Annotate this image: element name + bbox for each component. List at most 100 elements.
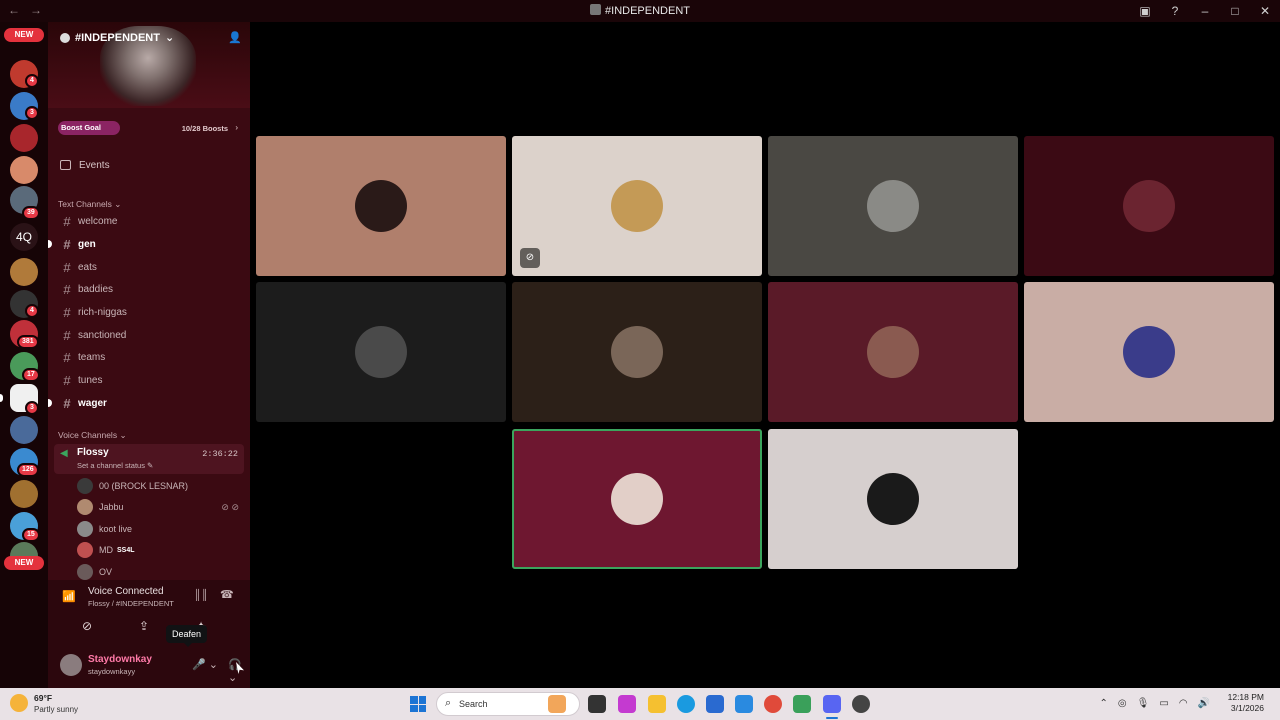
taskbar: 69°F Partly sunny ⌕ Search ⌃ ◎ 🎙 ▭ ◠ 🔊 1… (0, 688, 1280, 720)
wifi-icon[interactable]: ◠ (1179, 698, 1188, 709)
avatar (1123, 180, 1175, 232)
new-pill-top[interactable]: NEW (4, 28, 44, 42)
channel-wager[interactable]: # wager (48, 394, 244, 412)
noise-suppression-icon[interactable]: ║║ (194, 590, 208, 601)
invite-people-icon[interactable]: 👤 (228, 31, 242, 44)
channel-rich-niggas[interactable]: # rich-niggas (60, 303, 244, 321)
participant-tile[interactable] (1024, 136, 1274, 276)
channel-sanctioned[interactable]: # sanctioned (60, 326, 244, 344)
volume-icon[interactable]: 🔊 (1198, 698, 1210, 709)
voice-user[interactable]: koot live (77, 520, 243, 538)
voice-user[interactable]: MD SS4L (77, 541, 243, 559)
inbox-icon[interactable]: ▣ (1130, 4, 1160, 18)
back-icon[interactable]: ← (8, 3, 20, 17)
edge-icon[interactable] (677, 695, 695, 713)
forward-icon[interactable]: → (30, 3, 42, 17)
task-view-icon[interactable] (588, 695, 606, 713)
participant-tile[interactable] (1024, 282, 1274, 422)
minimize-icon[interactable]: – (1190, 4, 1220, 18)
participant-tile[interactable] (768, 136, 1018, 276)
microphone-icon[interactable]: 🎤 ⌄ (192, 658, 218, 671)
store-icon[interactable] (706, 695, 724, 713)
voice-user[interactable]: Jabbu ⊘ ⊘ (77, 498, 243, 516)
channel-baddies[interactable]: # baddies (60, 280, 244, 298)
participant-tile[interactable] (512, 282, 762, 422)
camera-off-icon[interactable]: ⊘ (76, 616, 98, 636)
avatar (867, 473, 919, 525)
chevron-up-icon[interactable]: ⌃ (1100, 698, 1108, 709)
server-name[interactable]: #INDEPENDENT ⌄ (60, 31, 174, 44)
boost-goal[interactable]: Boost Goal 10/28 Boosts › (58, 121, 242, 137)
mail-icon[interactable] (735, 695, 753, 713)
channel-eats[interactable]: # eats (60, 258, 244, 276)
headphones-icon[interactable]: 🎧 ⌄ (228, 658, 242, 684)
windows-start-icon[interactable] (410, 696, 426, 712)
server-icon[interactable] (10, 124, 38, 152)
network-icon[interactable]: ◎ (1118, 698, 1127, 709)
voice-user-name: 00 (BROCK LESNAR) (99, 481, 189, 491)
hash-icon: # (63, 395, 71, 411)
server-4q[interactable]: 4Q (10, 223, 38, 251)
voice-user[interactable]: 00 (BROCK LESNAR) (77, 477, 243, 495)
voice-channel-flossy[interactable]: ◀ Flossy 2:36:22 Set a channel status ✎ (54, 444, 244, 474)
channel-gen[interactable]: # gen (48, 235, 244, 253)
help-icon[interactable]: ? (1160, 4, 1190, 18)
channel-sidebar: #INDEPENDENT ⌄ 👤 Boost Goal 10/28 Boosts … (48, 22, 250, 688)
copilot-app-icon[interactable] (548, 695, 566, 713)
text-channels-header[interactable]: Text Channels ⌄ (58, 199, 121, 210)
participant-tile[interactable] (256, 282, 506, 422)
avatar[interactable] (60, 654, 82, 676)
voice-user[interactable]: OV (77, 563, 243, 581)
server-badge: 17 (22, 368, 40, 382)
app-icon[interactable] (793, 695, 811, 713)
new-pill-bottom[interactable]: NEW (4, 556, 44, 570)
app-icon[interactable] (618, 695, 636, 713)
events-item[interactable]: Events (58, 157, 242, 173)
connection-signal-icon[interactable]: 📶 (62, 590, 76, 603)
server-icon[interactable] (10, 156, 38, 184)
avatar (611, 180, 663, 232)
avatar (77, 478, 93, 494)
display-icon[interactable]: ▭ (1159, 698, 1168, 709)
participant-tile[interactable]: ⊘ (512, 136, 762, 276)
voice-channels-header[interactable]: Voice Channels ⌄ (58, 430, 127, 441)
participant-tile[interactable] (768, 429, 1018, 569)
server-icon[interactable] (10, 416, 38, 444)
voice-timer: 2:36:22 (202, 449, 238, 459)
server-icon[interactable] (10, 258, 38, 286)
file-explorer-icon[interactable] (648, 695, 666, 713)
user-area: Staydownkay staydownkayy 🎤 ⌄ 🎧 ⌄ (60, 650, 244, 684)
discord-icon[interactable] (823, 695, 841, 713)
calendar-icon (60, 160, 71, 170)
disconnect-icon[interactable]: ☎ (220, 588, 234, 601)
close-icon[interactable]: ✕ (1250, 4, 1280, 18)
channel-teams[interactable]: # teams (60, 348, 244, 366)
weather-sun-icon (10, 694, 28, 712)
hash-icon: # (63, 213, 71, 229)
server-icon[interactable] (10, 480, 38, 508)
microphone-icon[interactable]: 🎙 (1137, 698, 1150, 709)
active-app-indicator (826, 717, 838, 719)
channel-welcome[interactable]: # welcome (60, 212, 244, 230)
clock[interactable]: 12:18 PM 3/1/2026 (1228, 692, 1264, 714)
participant-tile[interactable] (256, 136, 506, 276)
nav-buttons: ← → (8, 3, 42, 17)
participant-tile[interactable] (512, 429, 762, 569)
app-icon[interactable] (852, 695, 870, 713)
camera-off-icon: ⊘ (520, 248, 540, 268)
channel-status[interactable]: Set a channel status ✎ (77, 461, 153, 470)
speaker-icon: ◀ (60, 448, 68, 459)
channel-tunes[interactable]: # tunes (60, 371, 244, 389)
user-display-name[interactable]: Staydownkay (88, 654, 152, 665)
hash-icon: # (63, 327, 71, 343)
voice-connected-subtitle[interactable]: Flossy / #INDEPENDENT (88, 599, 174, 608)
screen-share-icon[interactable]: ⇪ (133, 616, 155, 636)
hash-icon: # (63, 281, 71, 297)
channel-label: tunes (78, 374, 103, 386)
chrome-icon[interactable] (764, 695, 782, 713)
muted-deafened-icon: ⊘ ⊘ (221, 501, 239, 512)
avatar (867, 326, 919, 378)
weather-temp: 69°F (34, 693, 53, 703)
maximize-icon[interactable]: □ (1220, 4, 1250, 18)
participant-tile[interactable] (768, 282, 1018, 422)
